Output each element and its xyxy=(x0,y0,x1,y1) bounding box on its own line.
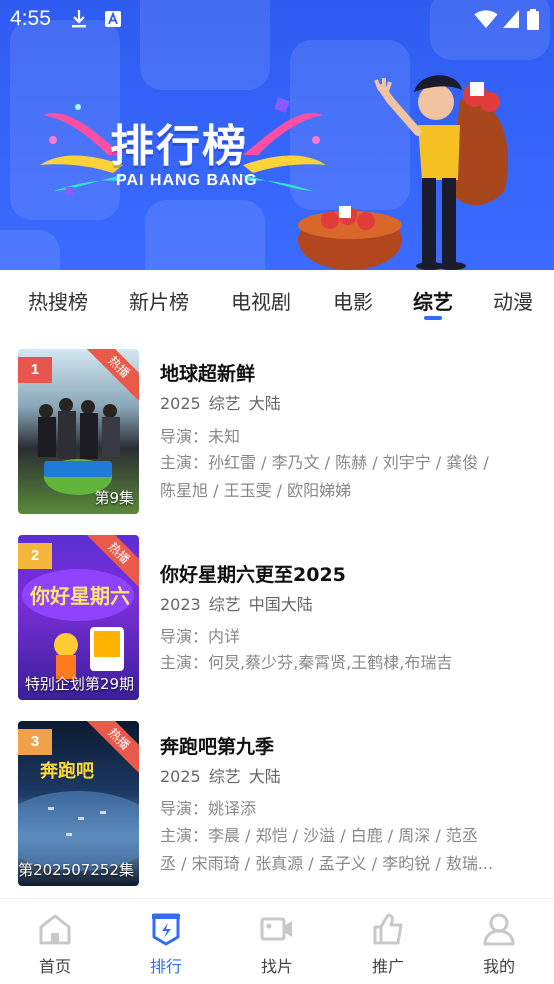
wifi-icon xyxy=(474,10,498,28)
active-tab-indicator xyxy=(424,316,442,320)
item-cast-line: 主演：孙红雷 / 李乃文 / 陈赫 / 刘宇宁 / 龚俊 / xyxy=(160,453,489,472)
list-item[interactable]: 奔跑吧 3 热播 第202507252集 奔跑吧第九季 2025 综艺 大陆 导演：… xyxy=(0,721,554,891)
list-item[interactable]: 1 热播 第9集 地球超新鲜 2025 综艺 大陆 导演：未知 主演：孙红雷 / 李… xyxy=(0,349,554,519)
nav-ranking[interactable]: 排行 xyxy=(111,899,221,984)
item-director: 导演：姚译添 xyxy=(160,799,257,818)
nav-home[interactable]: 首页 xyxy=(0,899,110,984)
nav-label: 排行 xyxy=(149,957,182,976)
svg-text:奔跑吧: 奔跑吧 xyxy=(39,760,94,782)
item-genre: 综艺 xyxy=(208,394,241,413)
tab-hot-search[interactable]: 热搜榜 xyxy=(28,286,88,315)
item-cast-line: 丞 / 宋雨琦 / 张真源 / 孟子义 / 李昀锐 / 敖瑞... xyxy=(160,854,494,873)
poster-image: 奔跑吧 3 热播 第202507252集 xyxy=(18,721,139,886)
rank-badge: 2 xyxy=(18,543,52,569)
ranking-banner: 4:55 排行榜 PAI HANG BANG xyxy=(0,0,554,270)
bottom-navigation: 首页 排行 找片 推广 我的 xyxy=(0,898,554,984)
item-cast: 主演：孙红雷 / 李乃文 / 陈赫 / 刘宇宁 / 龚俊 / 陈星旭 / 王玉雯… xyxy=(160,449,540,505)
app-screen: 4:55 排行榜 PAI HANG BANG 热搜榜 新片榜 电视剧 电影 综艺… xyxy=(0,0,554,984)
battery-icon xyxy=(527,9,539,30)
nav-profile[interactable]: 我的 xyxy=(444,899,554,984)
signal-icon xyxy=(503,10,519,28)
poster-image: 你好星期六 2 热播 特别企划第29期 xyxy=(18,535,139,700)
item-director: 导演：未知 xyxy=(160,427,241,446)
user-icon xyxy=(483,913,515,946)
episode-label: 第202507252集 xyxy=(18,861,134,879)
item-title: 你好星期六更至2025 xyxy=(160,564,346,586)
item-title: 奔跑吧第九季 xyxy=(160,736,275,758)
poster-image: 1 热播 第9集 xyxy=(18,349,139,514)
item-meta: 2025 综艺 大陆 xyxy=(160,390,289,414)
status-time: 4:55 xyxy=(10,7,51,30)
thumbs-up-icon xyxy=(373,913,403,945)
tab-tv-series[interactable]: 电视剧 xyxy=(231,286,291,315)
item-cast: 主演：何炅,蔡少芬,秦霄贤,王鹤棣,布瑞吉 xyxy=(160,649,540,677)
item-cast-line: 主演：何炅,蔡少芬,秦霄贤,王鹤棣,布瑞吉 xyxy=(160,653,453,672)
nav-label: 找片 xyxy=(260,957,293,976)
nav-label: 我的 xyxy=(482,957,515,976)
rank-badge: 3 xyxy=(18,729,52,755)
episode-label: 第9集 xyxy=(94,489,134,507)
rank-badge: 1 xyxy=(18,357,52,383)
svg-text:你好星期六: 你好星期六 xyxy=(29,584,130,608)
tab-movies[interactable]: 电影 xyxy=(333,286,373,315)
episode-label: 特别企划第29期 xyxy=(24,675,134,693)
banner-subtitle: PAI HANG BANG xyxy=(116,172,258,189)
item-region: 大陆 xyxy=(248,767,281,786)
item-genre: 综艺 xyxy=(208,767,241,786)
nav-label: 首页 xyxy=(38,957,71,976)
download-icon xyxy=(72,10,86,28)
item-cast: 主演：李晨 / 郑恺 / 沙溢 / 白鹿 / 周深 / 范丞 丞 / 宋雨琦 /… xyxy=(160,822,540,878)
tab-anime[interactable]: 动漫 xyxy=(493,286,533,315)
item-meta: 2023 综艺 中国大陆 xyxy=(160,591,321,615)
item-region: 大陆 xyxy=(248,394,281,413)
item-year: 2025 xyxy=(160,394,201,413)
nav-discover[interactable]: 找片 xyxy=(222,899,332,984)
item-year: 2023 xyxy=(160,595,201,614)
list-item[interactable]: 你好星期六 2 热播 特别企划第29期 你好星期六更至2025 2023 综艺 中国… xyxy=(0,535,554,705)
item-title: 地球超新鲜 xyxy=(160,363,256,385)
banner-title: 排行榜 xyxy=(110,121,248,172)
item-year: 2025 xyxy=(160,767,201,786)
category-tabs: 热搜榜 新片榜 电视剧 电影 综艺 动漫 xyxy=(0,270,554,328)
tab-new-releases[interactable]: 新片榜 xyxy=(129,286,189,315)
text-badge-icon xyxy=(105,11,121,27)
video-camera-icon xyxy=(260,917,292,941)
item-cast-line: 主演：李晨 / 郑恺 / 沙溢 / 白鹿 / 周深 / 范丞 xyxy=(160,826,478,845)
nav-label: 推广 xyxy=(371,957,404,976)
item-director: 导演：内详 xyxy=(160,627,241,646)
status-bar: 4:55 xyxy=(0,0,554,40)
delivery-person-illustration xyxy=(298,75,508,270)
ranking-icon xyxy=(152,913,180,946)
item-genre: 综艺 xyxy=(208,595,241,614)
tab-variety[interactable]: 综艺 xyxy=(413,286,453,315)
item-cast-line: 陈星旭 / 王玉雯 / 欧阳娣娣 xyxy=(160,481,352,500)
nav-promote[interactable]: 推广 xyxy=(333,899,443,984)
item-region: 中国大陆 xyxy=(248,595,313,614)
item-meta: 2025 综艺 大陆 xyxy=(160,763,289,787)
home-icon xyxy=(39,914,71,945)
